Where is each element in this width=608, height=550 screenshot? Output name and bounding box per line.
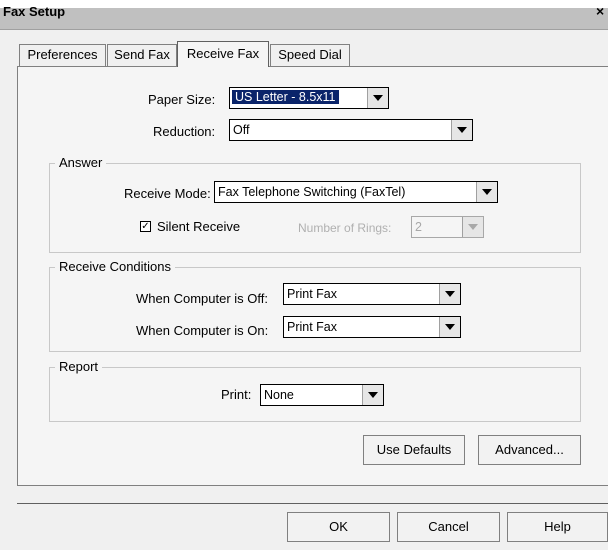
chevron-down-icon[interactable] xyxy=(362,385,383,405)
window-title: Fax Setup xyxy=(3,4,66,19)
report-legend: Report xyxy=(55,359,103,374)
receive-mode-value: Fax Telephone Switching (FaxTel) xyxy=(218,185,406,199)
computer-off-label: When Computer is Off: xyxy=(136,291,268,306)
receive-conditions-legend: Receive Conditions xyxy=(55,259,176,274)
computer-off-value: Print Fax xyxy=(287,287,338,301)
close-icon[interactable]: × xyxy=(596,3,608,19)
use-defaults-button[interactable]: Use Defaults xyxy=(363,435,465,465)
cancel-button[interactable]: Cancel xyxy=(397,512,500,542)
checkmark-icon: ✓ xyxy=(141,221,150,232)
reduction-value: Off xyxy=(233,123,250,137)
tab-send-fax[interactable]: Send Fax xyxy=(107,44,177,66)
silent-receive-checkbox[interactable]: ✓ xyxy=(140,221,151,232)
tab-speed-dial[interactable]: Speed Dial xyxy=(270,44,350,66)
receive-mode-select[interactable]: Fax Telephone Switching (FaxTel) xyxy=(214,181,498,203)
chevron-down-icon[interactable] xyxy=(476,182,497,202)
answer-legend: Answer xyxy=(55,155,107,170)
silent-receive-label: Silent Receive xyxy=(157,219,241,234)
computer-on-select[interactable]: Print Fax xyxy=(283,316,461,338)
paper-size-value: US Letter - 8.5x11 xyxy=(232,90,339,104)
advanced-button[interactable]: Advanced... xyxy=(478,435,581,465)
chevron-down-icon[interactable] xyxy=(439,317,460,337)
rings-select[interactable]: 2 xyxy=(411,216,484,238)
chevron-down-icon xyxy=(462,217,483,237)
computer-on-label: When Computer is On: xyxy=(136,323,269,338)
reduction-select[interactable]: Off xyxy=(229,119,473,141)
receive-conditions-group xyxy=(49,267,581,352)
chevron-down-icon[interactable] xyxy=(439,284,460,304)
tab-preferences[interactable]: Preferences xyxy=(19,44,106,66)
tab-receive-fax[interactable]: Receive Fax xyxy=(177,41,269,67)
chevron-down-icon[interactable] xyxy=(367,88,388,108)
chevron-down-icon[interactable] xyxy=(451,120,472,140)
receive-mode-label: Receive Mode: xyxy=(124,186,211,201)
computer-off-select[interactable]: Print Fax xyxy=(283,283,461,305)
print-select[interactable]: None xyxy=(260,384,384,406)
separator xyxy=(17,503,608,504)
rings-label: Number of Rings: xyxy=(298,221,392,235)
computer-on-value: Print Fax xyxy=(287,320,338,334)
help-button[interactable]: Help xyxy=(507,512,608,542)
print-label: Print: xyxy=(221,387,252,402)
paper-size-label: Paper Size: xyxy=(148,92,216,107)
rings-value: 2 xyxy=(415,220,422,234)
paper-size-select[interactable]: US Letter - 8.5x11 xyxy=(229,87,389,109)
answer-group xyxy=(49,163,581,253)
title-bar xyxy=(0,8,608,30)
print-value: None xyxy=(264,388,294,402)
reduction-label: Reduction: xyxy=(153,124,216,139)
ok-button[interactable]: OK xyxy=(287,512,390,542)
